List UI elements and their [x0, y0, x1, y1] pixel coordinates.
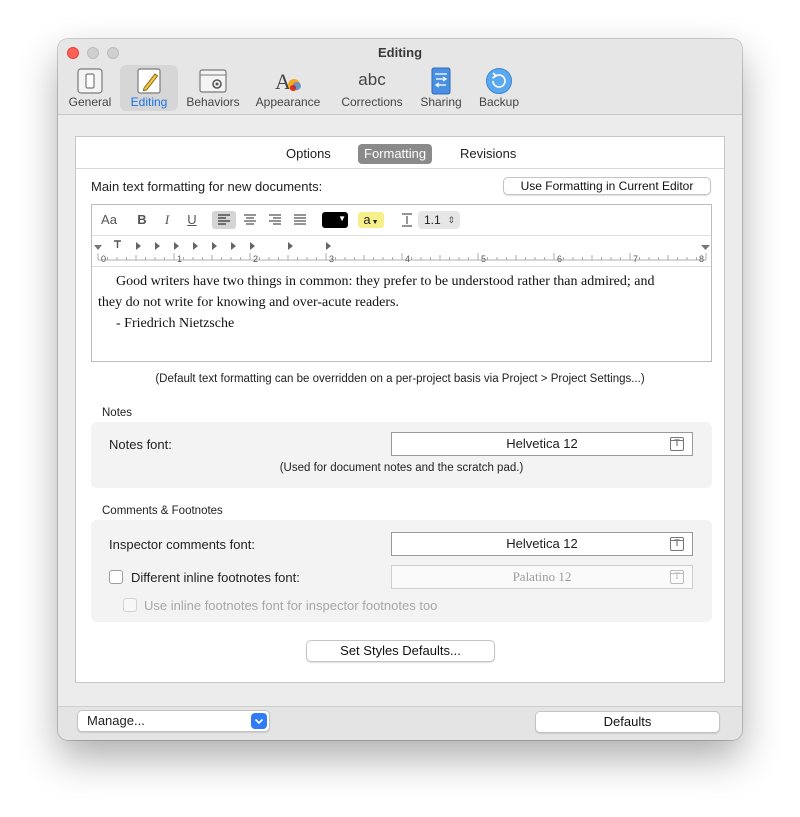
sample-text-line-2: they do not write for knowing and over-a…	[98, 295, 399, 310]
chevron-down-icon: ▼	[371, 219, 379, 226]
chevron-down-icon: ▼	[338, 214, 346, 223]
line-spacing-value: 1.1	[424, 213, 441, 227]
font-picker-icon: T	[670, 570, 684, 584]
behaviors-icon	[199, 69, 227, 93]
ruler-number: 4	[405, 254, 411, 264]
manage-popup[interactable]: Manage...	[77, 710, 270, 732]
ruler-number: 2	[253, 254, 259, 264]
align-right-button[interactable]	[263, 211, 287, 229]
notes-section-title: Notes	[102, 407, 133, 419]
window-title: Editing	[377, 45, 423, 60]
italic-button[interactable]: I	[159, 211, 175, 229]
tab-revisions[interactable]: Revisions	[454, 144, 522, 164]
align-center-button[interactable]	[238, 211, 262, 229]
general-icon	[77, 68, 103, 94]
notes-font-label: Notes font:	[109, 437, 172, 452]
chevron-down-icon	[251, 713, 267, 729]
toolbar-label-appearance: Appearance	[255, 95, 321, 109]
highlight-label: a	[363, 212, 371, 227]
toolbar-label-general: General	[68, 95, 112, 109]
ruler-number: 0	[101, 254, 107, 264]
tab-options[interactable]: Options	[280, 144, 337, 164]
different-inline-footnotes-checkbox[interactable]	[109, 570, 123, 584]
ruler-number: 8	[699, 254, 705, 264]
sample-text-line-3: - Friedrich Nietzsche	[116, 316, 235, 331]
ruler[interactable]: 0 1 2 3 4 5 6 7 8	[92, 236, 711, 267]
ruler-number: 3	[329, 254, 335, 264]
align-justify-button[interactable]	[288, 211, 312, 229]
preferences-window: Editing General Editing Behaviors A Appe…	[58, 39, 742, 740]
svg-text:A: A	[275, 69, 291, 94]
inspector-comments-font-label: Inspector comments font:	[109, 537, 255, 552]
formatting-panel: Options Formatting Revisions Main text f…	[75, 136, 725, 683]
align-right-icon	[269, 214, 281, 225]
manage-label: Manage...	[87, 713, 145, 728]
align-justify-icon	[294, 214, 306, 225]
ruler-ticks	[94, 240, 710, 261]
tab-bar: Options Formatting Revisions	[76, 137, 724, 169]
sample-text-line-1: Good writers have two things in common: …	[116, 274, 655, 289]
font-picker-icon: T	[670, 437, 684, 451]
toolbar-behaviors[interactable]: Behaviors	[182, 65, 244, 111]
align-left-button[interactable]	[212, 211, 236, 229]
editing-icon	[137, 68, 161, 94]
text-color-well[interactable]: ▼	[322, 212, 348, 228]
comments-group: Inspector comments font: Helvetica 12 T …	[91, 520, 712, 622]
bottom-bar: Manage... Defaults	[58, 706, 742, 740]
default-formatting-note: (Default text formatting can be overridd…	[155, 373, 645, 385]
notes-font-value: Helvetica 12	[506, 436, 578, 451]
different-inline-footnotes-label: Different inline footnotes font:	[131, 570, 300, 585]
formatting-editor: Aa B I U ▼ a▼ 1.1 ⇕ 0 1 2 3 4 5 6 7 8 Go…	[91, 204, 712, 362]
line-spacing-stepper[interactable]: 1.1 ⇕	[418, 211, 460, 229]
toolbar-label-corrections: Corrections	[341, 95, 403, 109]
ruler-number: 1	[177, 254, 183, 264]
toolbar-label-editing: Editing	[130, 95, 168, 109]
toolbar-label-backup: Backup	[478, 95, 520, 109]
inspector-comments-font-value: Helvetica 12	[506, 536, 578, 551]
toolbar-backup[interactable]: Backup	[474, 65, 524, 111]
bold-button[interactable]: B	[134, 211, 150, 229]
sharing-icon	[431, 67, 451, 95]
inspector-footnotes-checkbox[interactable]	[123, 598, 137, 612]
line-spacing-icon	[400, 211, 414, 229]
appearance-icon: A	[275, 69, 301, 94]
titlebar: Editing General Editing Behaviors A Appe…	[58, 39, 742, 115]
backup-icon	[486, 68, 512, 94]
font-button[interactable]: Aa	[98, 211, 120, 229]
notes-group: Notes font: Helvetica 12 T (Used for doc…	[91, 422, 712, 488]
sample-text-area[interactable]: Good writers have two things in common: …	[92, 267, 711, 361]
align-center-icon	[244, 214, 256, 225]
ruler-number: 5	[481, 254, 487, 264]
toolbar-sharing[interactable]: Sharing	[416, 65, 466, 111]
main-text-heading: Main text formatting for new documents:	[91, 179, 323, 194]
inspector-footnotes-label: Use inline footnotes font for inspector …	[144, 598, 438, 613]
inline-footnotes-font-field[interactable]: Palatino 12 T	[391, 565, 693, 589]
tab-formatting[interactable]: Formatting	[358, 144, 433, 164]
underline-button[interactable]: U	[184, 211, 200, 229]
font-picker-icon: T	[670, 537, 684, 551]
stepper-icon: ⇕	[447, 215, 455, 225]
toolbar-label-sharing: Sharing	[420, 95, 462, 109]
toolbar-editing[interactable]: Editing	[120, 65, 178, 111]
corrections-icon: abc	[358, 70, 386, 89]
ruler-number: 6	[557, 254, 563, 264]
comments-section-title: Comments & Footnotes	[102, 505, 223, 517]
inline-footnotes-font-value: Palatino 12	[512, 569, 572, 584]
notes-font-field[interactable]: Helvetica 12 T	[391, 432, 693, 456]
toolbar-corrections[interactable]: abc Corrections	[336, 65, 408, 111]
defaults-button[interactable]: Defaults	[535, 711, 720, 733]
toolbar-general[interactable]: General	[64, 65, 116, 111]
toolbar-label-behaviors: Behaviors	[186, 95, 240, 109]
inspector-comments-font-field[interactable]: Helvetica 12 T	[391, 532, 693, 556]
highlight-color-well[interactable]: a▼	[358, 212, 384, 228]
ruler-number: 7	[633, 254, 639, 264]
toolbar-appearance[interactable]: A Appearance	[252, 65, 324, 111]
format-bar: Aa B I U ▼ a▼ 1.1 ⇕	[92, 205, 711, 236]
notes-hint: (Used for document notes and the scratch…	[279, 462, 524, 474]
align-left-icon	[218, 214, 230, 225]
use-formatting-in-current-editor-button[interactable]: Use Formatting in Current Editor	[503, 177, 711, 195]
set-styles-defaults-button[interactable]: Set Styles Defaults...	[306, 640, 495, 662]
